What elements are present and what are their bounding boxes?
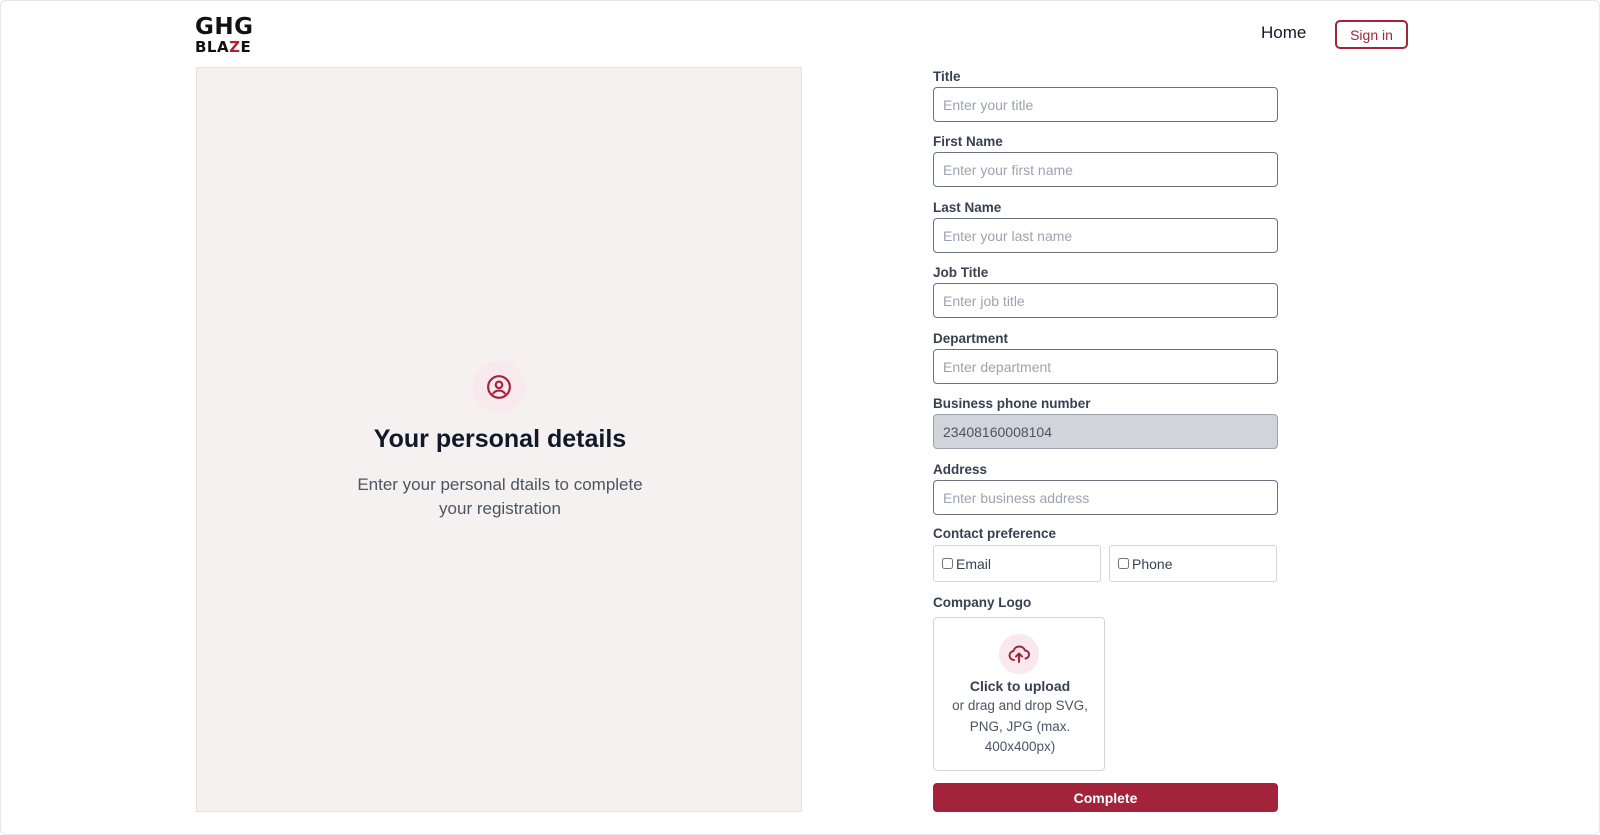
logo-text-bottom: BLAZE — [195, 38, 252, 56]
cloud-upload-icon — [999, 634, 1039, 674]
page-frame: GHG BLAZE Home Sign in Your personal det… — [0, 0, 1600, 835]
personal-details-panel: Your personal details Enter your persona… — [196, 67, 802, 812]
user-circle-icon — [473, 361, 525, 413]
business-phone-input — [933, 414, 1278, 449]
department-label: Department — [933, 331, 1009, 346]
job-title-input[interactable] — [933, 283, 1278, 318]
contact-email-option[interactable]: Email — [933, 545, 1101, 582]
last-name-input[interactable] — [933, 218, 1278, 253]
ghg-blaze-logo[interactable]: GHG BLAZE — [195, 14, 257, 56]
upload-title: Click to upload — [969, 678, 1071, 694]
panel-subtitle: Enter your personal dtails to complete y… — [357, 475, 643, 518]
logo-text-top: GHG — [195, 14, 254, 40]
contact-phone-option[interactable]: Phone — [1109, 545, 1277, 582]
address-input[interactable] — [933, 480, 1278, 515]
sign-in-button[interactable]: Sign in — [1335, 20, 1408, 49]
last-name-field-group: Last Name — [933, 198, 1278, 253]
phone-checkbox[interactable] — [1118, 558, 1129, 569]
nav-home-link[interactable]: Home — [1261, 23, 1306, 43]
phone-option-label: Phone — [1132, 555, 1173, 572]
company-logo-label: Company Logo — [933, 595, 1032, 610]
title-field-group: Title — [933, 67, 1278, 122]
upload-instructions: or drag and drop SVG, PNG, JPG (max. 400… — [952, 698, 1088, 754]
title-input[interactable] — [933, 87, 1278, 122]
business-phone-field-group: Business phone number — [933, 394, 1278, 449]
first-name-field-group: First Name — [933, 132, 1278, 187]
complete-button[interactable]: Complete — [933, 783, 1278, 812]
address-label: Address — [933, 462, 988, 477]
company-logo-upload-dropzone[interactable]: Click to upload or drag and drop SVG, PN… — [933, 617, 1105, 771]
email-checkbox[interactable] — [942, 558, 953, 569]
contact-preference-label: Contact preference — [933, 526, 1057, 541]
department-input[interactable] — [933, 349, 1278, 384]
title-label: Title — [933, 69, 961, 84]
first-name-label: First Name — [933, 134, 1003, 149]
email-option-label: Email — [956, 555, 992, 572]
department-field-group: Department — [933, 329, 1278, 384]
last-name-label: Last Name — [933, 200, 1002, 215]
panel-title: Your personal details — [373, 425, 627, 453]
first-name-input[interactable] — [933, 152, 1278, 187]
job-title-field-group: Job Title — [933, 263, 1278, 318]
job-title-label: Job Title — [933, 265, 989, 280]
address-field-group: Address — [933, 460, 1278, 515]
business-phone-label: Business phone number — [933, 396, 1091, 411]
